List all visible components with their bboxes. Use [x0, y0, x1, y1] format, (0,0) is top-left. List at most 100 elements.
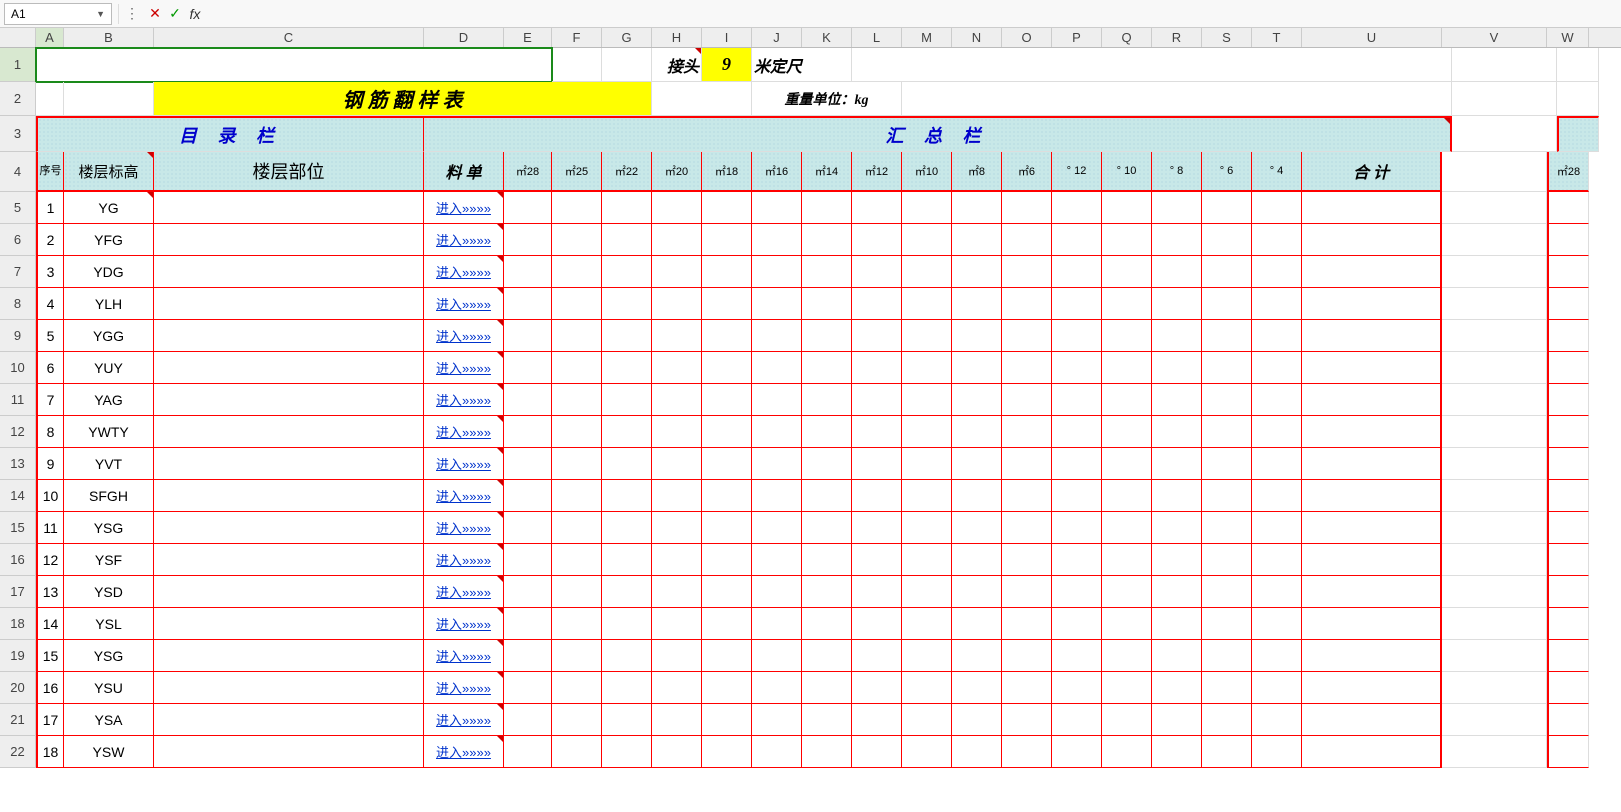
cell[interactable] [1102, 704, 1152, 736]
cell[interactable] [902, 320, 952, 352]
cell-code[interactable]: YSA [64, 704, 154, 736]
cell[interactable] [702, 512, 752, 544]
cell[interactable] [902, 352, 952, 384]
cell[interactable] [602, 416, 652, 448]
cell-seq[interactable]: 6 [36, 352, 64, 384]
cell-buwei[interactable] [154, 608, 424, 640]
cell[interactable] [1002, 384, 1052, 416]
cell[interactable] [1102, 480, 1152, 512]
cell[interactable] [852, 192, 902, 224]
cell-seq[interactable]: 3 [36, 256, 64, 288]
enter-link[interactable]: 进入»»»» [436, 646, 491, 665]
cell[interactable] [552, 448, 602, 480]
row-header[interactable]: 10 [0, 352, 36, 384]
cell[interactable] [552, 512, 602, 544]
cell[interactable] [852, 48, 1452, 82]
cell[interactable] [702, 448, 752, 480]
cell[interactable] [1052, 544, 1102, 576]
cell-buwei[interactable] [154, 288, 424, 320]
cell[interactable] [852, 544, 902, 576]
cell[interactable] [1547, 288, 1589, 320]
cell[interactable] [1152, 544, 1202, 576]
cell-heji[interactable] [1302, 352, 1442, 384]
cell[interactable] [1442, 384, 1547, 416]
col-header[interactable]: R [1152, 28, 1202, 47]
cell-enter-link[interactable]: 进入»»»» [424, 224, 504, 256]
cell[interactable] [552, 48, 602, 82]
cell[interactable] [504, 192, 552, 224]
cell[interactable] [602, 480, 652, 512]
cell[interactable] [652, 192, 702, 224]
cell[interactable] [1547, 704, 1589, 736]
cell[interactable] [1052, 704, 1102, 736]
enter-link[interactable]: 进入»»»» [436, 518, 491, 537]
cell[interactable] [802, 288, 852, 320]
cell[interactable] [1202, 576, 1252, 608]
cell[interactable] [1252, 256, 1302, 288]
cell[interactable] [852, 320, 902, 352]
enter-link[interactable]: 进入»»»» [436, 486, 491, 505]
cell[interactable] [552, 640, 602, 672]
cell[interactable] [1102, 512, 1152, 544]
cell-col-header[interactable]: ㎡22 [602, 152, 652, 192]
cell[interactable] [1442, 640, 1547, 672]
col-header[interactable]: Q [1102, 28, 1152, 47]
cell-col-header[interactable]: ㎡8 [952, 152, 1002, 192]
cell[interactable] [552, 384, 602, 416]
cell-heji[interactable] [1302, 288, 1442, 320]
cell[interactable] [1202, 512, 1252, 544]
cell-enter-link[interactable]: 进入»»»» [424, 384, 504, 416]
cell[interactable] [1052, 384, 1102, 416]
cell-col-header[interactable]: ㎡28 [504, 152, 552, 192]
cell[interactable] [1002, 416, 1052, 448]
row-header[interactable]: 18 [0, 608, 36, 640]
cell[interactable] [952, 672, 1002, 704]
cell[interactable] [1547, 640, 1589, 672]
cell[interactable] [802, 416, 852, 448]
cell[interactable] [1202, 640, 1252, 672]
cell[interactable] [1252, 672, 1302, 704]
col-header[interactable]: P [1052, 28, 1102, 47]
cell-seq[interactable]: 5 [36, 320, 64, 352]
cell[interactable] [552, 192, 602, 224]
cell-heji[interactable] [1302, 480, 1442, 512]
cell-code[interactable]: YG [64, 192, 154, 224]
cell-mulu[interactable]: 目 录 栏 [36, 116, 424, 152]
cell[interactable] [1002, 352, 1052, 384]
cell-buwei[interactable] [154, 320, 424, 352]
cell-heji[interactable] [1302, 192, 1442, 224]
enter-link[interactable]: 进入»»»» [436, 422, 491, 441]
cell[interactable] [952, 224, 1002, 256]
cell-heji[interactable] [1302, 224, 1442, 256]
cell[interactable] [852, 448, 902, 480]
cell[interactable] [902, 640, 952, 672]
cell-code[interactable]: YSL [64, 608, 154, 640]
cell[interactable] [802, 704, 852, 736]
cell[interactable] [902, 480, 952, 512]
cell[interactable] [952, 288, 1002, 320]
cell[interactable] [1052, 320, 1102, 352]
cell-enter-link[interactable]: 进入»»»» [424, 544, 504, 576]
cell[interactable] [652, 448, 702, 480]
cell[interactable] [504, 352, 552, 384]
cell[interactable] [752, 736, 802, 768]
enter-link[interactable]: 进入»»»» [436, 550, 491, 569]
cell[interactable] [852, 224, 902, 256]
col-header[interactable]: G [602, 28, 652, 47]
cell[interactable] [602, 288, 652, 320]
cell[interactable] [1202, 672, 1252, 704]
cell-col-header[interactable]: ° 6 [1202, 152, 1252, 192]
cell[interactable] [1442, 320, 1547, 352]
cell[interactable] [702, 256, 752, 288]
cell[interactable] [36, 82, 64, 116]
cell[interactable] [752, 416, 802, 448]
cell[interactable] [602, 352, 652, 384]
cell-heji[interactable] [1302, 416, 1442, 448]
cell-seq[interactable]: 9 [36, 448, 64, 480]
cell-code[interactable]: YFG [64, 224, 154, 256]
cell[interactable] [602, 608, 652, 640]
col-header[interactable]: N [952, 28, 1002, 47]
cell-jietou-label[interactable]: 接头 [652, 48, 702, 82]
cell[interactable] [1052, 224, 1102, 256]
col-header[interactable]: I [702, 28, 752, 47]
